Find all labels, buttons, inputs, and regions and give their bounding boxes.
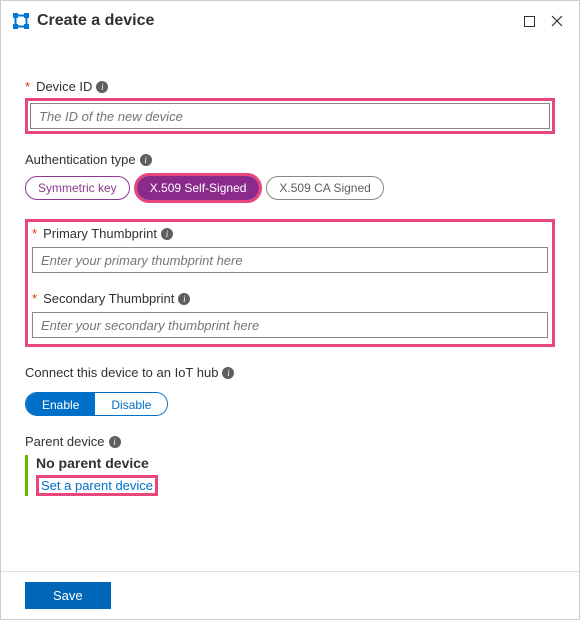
- info-icon[interactable]: i: [222, 367, 234, 379]
- required-asterisk: *: [32, 226, 37, 241]
- auth-type-label: Authentication type i: [25, 152, 555, 167]
- app-logo-icon: [9, 9, 33, 33]
- dialog-header: Create a device: [1, 1, 579, 41]
- connect-hub-label-text: Connect this device to an IoT hub: [25, 365, 218, 380]
- required-asterisk: *: [25, 79, 30, 94]
- device-id-label-text: Device ID: [36, 79, 92, 94]
- connect-enable[interactable]: Enable: [26, 393, 95, 415]
- info-icon[interactable]: i: [161, 228, 173, 240]
- auth-option-symmetric-key[interactable]: Symmetric key: [25, 176, 130, 200]
- parent-device-label-text: Parent device: [25, 434, 105, 449]
- device-id-input[interactable]: [30, 103, 550, 129]
- auth-type-options: Symmetric key X.509 Self-Signed X.509 CA…: [25, 173, 555, 203]
- no-parent-device-text: No parent device: [36, 455, 555, 471]
- parent-device-block: No parent device Set a parent device: [25, 455, 555, 496]
- primary-thumbprint-label: * Primary Thumbprint i: [32, 226, 548, 241]
- primary-thumbprint-label-text: Primary Thumbprint: [43, 226, 157, 241]
- connect-hub-label: Connect this device to an IoT hub i: [25, 365, 555, 380]
- set-parent-device-link[interactable]: Set a parent device: [41, 478, 153, 493]
- info-icon[interactable]: i: [109, 436, 121, 448]
- parent-device-label: Parent device i: [25, 434, 555, 449]
- secondary-thumbprint-input[interactable]: [32, 312, 548, 338]
- info-icon[interactable]: i: [96, 81, 108, 93]
- set-parent-highlight: Set a parent device: [36, 475, 158, 496]
- close-button[interactable]: [543, 7, 571, 35]
- connect-hub-toggle: Enable Disable: [25, 392, 168, 416]
- auth-option-x509-ca-signed[interactable]: X.509 CA Signed: [266, 176, 383, 200]
- secondary-thumbprint-label: * Secondary Thumbprint i: [32, 291, 548, 306]
- auth-type-label-text: Authentication type: [25, 152, 136, 167]
- device-id-highlight: [25, 98, 555, 134]
- secondary-thumbprint-label-text: Secondary Thumbprint: [43, 291, 174, 306]
- device-id-label: * Device ID i: [25, 79, 555, 94]
- connect-disable[interactable]: Disable: [95, 393, 167, 415]
- info-icon[interactable]: i: [178, 293, 190, 305]
- maximize-button[interactable]: [515, 7, 543, 35]
- primary-thumbprint-input[interactable]: [32, 247, 548, 273]
- dialog-title: Create a device: [37, 12, 515, 30]
- required-asterisk: *: [32, 291, 37, 306]
- thumbprints-highlight: * Primary Thumbprint i * Secondary Thumb…: [25, 219, 555, 347]
- dialog-footer: Save: [1, 571, 579, 619]
- info-icon[interactable]: i: [140, 154, 152, 166]
- dialog-content: * Device ID i Authentication type i Symm…: [1, 41, 579, 506]
- save-button[interactable]: Save: [25, 582, 111, 609]
- auth-option-x509-self-signed[interactable]: X.509 Self-Signed: [137, 176, 260, 200]
- auth-option-highlight: X.509 Self-Signed: [134, 173, 263, 203]
